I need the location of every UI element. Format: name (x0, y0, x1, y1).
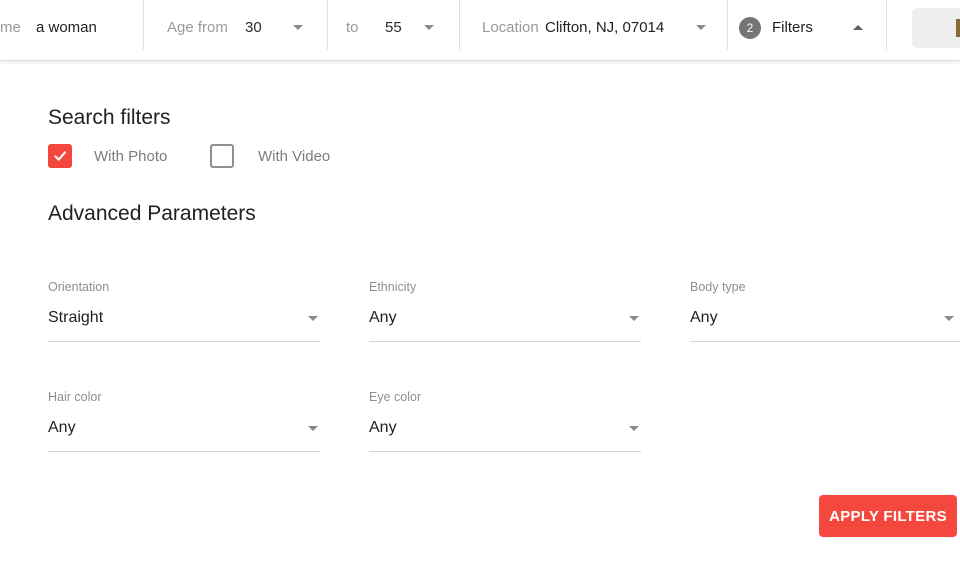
eye-color-select[interactable]: Any (369, 415, 641, 452)
chevron-down-icon (629, 426, 639, 431)
chevron-down-icon (944, 316, 954, 321)
search-button-partial[interactable] (912, 8, 960, 48)
body-type-value: Any (690, 309, 718, 326)
location-select[interactable]: Clifton, NJ, 07014 (545, 0, 664, 55)
orientation-value: Straight (48, 309, 103, 326)
gender-select-value: a woman (36, 19, 97, 36)
age-from-select[interactable]: 30 (245, 0, 262, 55)
hair-color-label: Hair color (48, 390, 320, 404)
with-video-checkbox[interactable] (210, 144, 234, 168)
age-from-chevron-down-icon[interactable] (293, 0, 303, 55)
eye-color-label: Eye color (369, 390, 641, 404)
filters-count-badge: 2 (739, 0, 761, 55)
orientation-select[interactable]: Straight (48, 305, 320, 342)
search-filters-heading: Search filters (48, 106, 171, 130)
hair-color-select[interactable]: Any (48, 415, 320, 452)
body-type-field[interactable]: Body type Any (690, 280, 960, 342)
body-type-select[interactable]: Any (690, 305, 960, 342)
orientation-label: Orientation (48, 280, 320, 294)
hair-color-value: Any (48, 419, 76, 436)
age-from-value: 30 (245, 19, 262, 36)
topbar-divider (727, 0, 728, 50)
search-filters-page: me a woman Age from 30 to 55 Location (0, 0, 960, 561)
topbar-divider (886, 0, 887, 50)
age-from-label: Age from (167, 0, 228, 55)
hair-color-field[interactable]: Hair color Any (48, 390, 320, 452)
eye-color-value: Any (369, 419, 397, 436)
age-to-select[interactable]: 55 (385, 0, 402, 55)
chevron-down-icon (308, 426, 318, 431)
search-button-text-fragment (956, 19, 960, 37)
age-to-value: 55 (385, 19, 402, 36)
chevron-down-icon (308, 316, 318, 321)
with-photo-checkbox[interactable] (48, 144, 72, 168)
age-to-chevron-down-icon[interactable] (424, 0, 434, 55)
search-topbar: me a woman Age from 30 to 55 Location (0, 0, 960, 61)
apply-filters-button[interactable]: APPLY FILTERS (819, 495, 957, 537)
checkbox-row: With Photo With Video (0, 144, 960, 168)
age-to-label: to (346, 0, 359, 55)
show-me-label-partial: me (0, 0, 21, 55)
topbar-divider (143, 0, 144, 50)
advanced-parameters-heading: Advanced Parameters (48, 202, 256, 226)
topbar-divider (459, 0, 460, 50)
location-label: Location (482, 0, 539, 55)
filters-toggle-label: Filters (772, 19, 813, 36)
eye-color-field[interactable]: Eye color Any (369, 390, 641, 452)
with-photo-label[interactable]: With Photo (94, 148, 167, 165)
body-type-label: Body type (690, 280, 960, 294)
ethnicity-select[interactable]: Any (369, 305, 641, 342)
location-value: Clifton, NJ, 07014 (545, 19, 664, 36)
ethnicity-label: Ethnicity (369, 280, 641, 294)
filters-toggle[interactable]: Filters (772, 0, 813, 55)
gender-select[interactable]: a woman (36, 0, 97, 55)
orientation-field[interactable]: Orientation Straight (48, 280, 320, 342)
location-chevron-down-icon[interactable] (696, 0, 706, 55)
with-video-label[interactable]: With Video (258, 148, 330, 165)
chevron-down-icon (629, 316, 639, 321)
ethnicity-value: Any (369, 309, 397, 326)
ethnicity-field[interactable]: Ethnicity Any (369, 280, 641, 342)
filters-chevron-up-icon[interactable] (853, 0, 863, 55)
topbar-divider (327, 0, 328, 50)
check-icon (52, 148, 68, 164)
